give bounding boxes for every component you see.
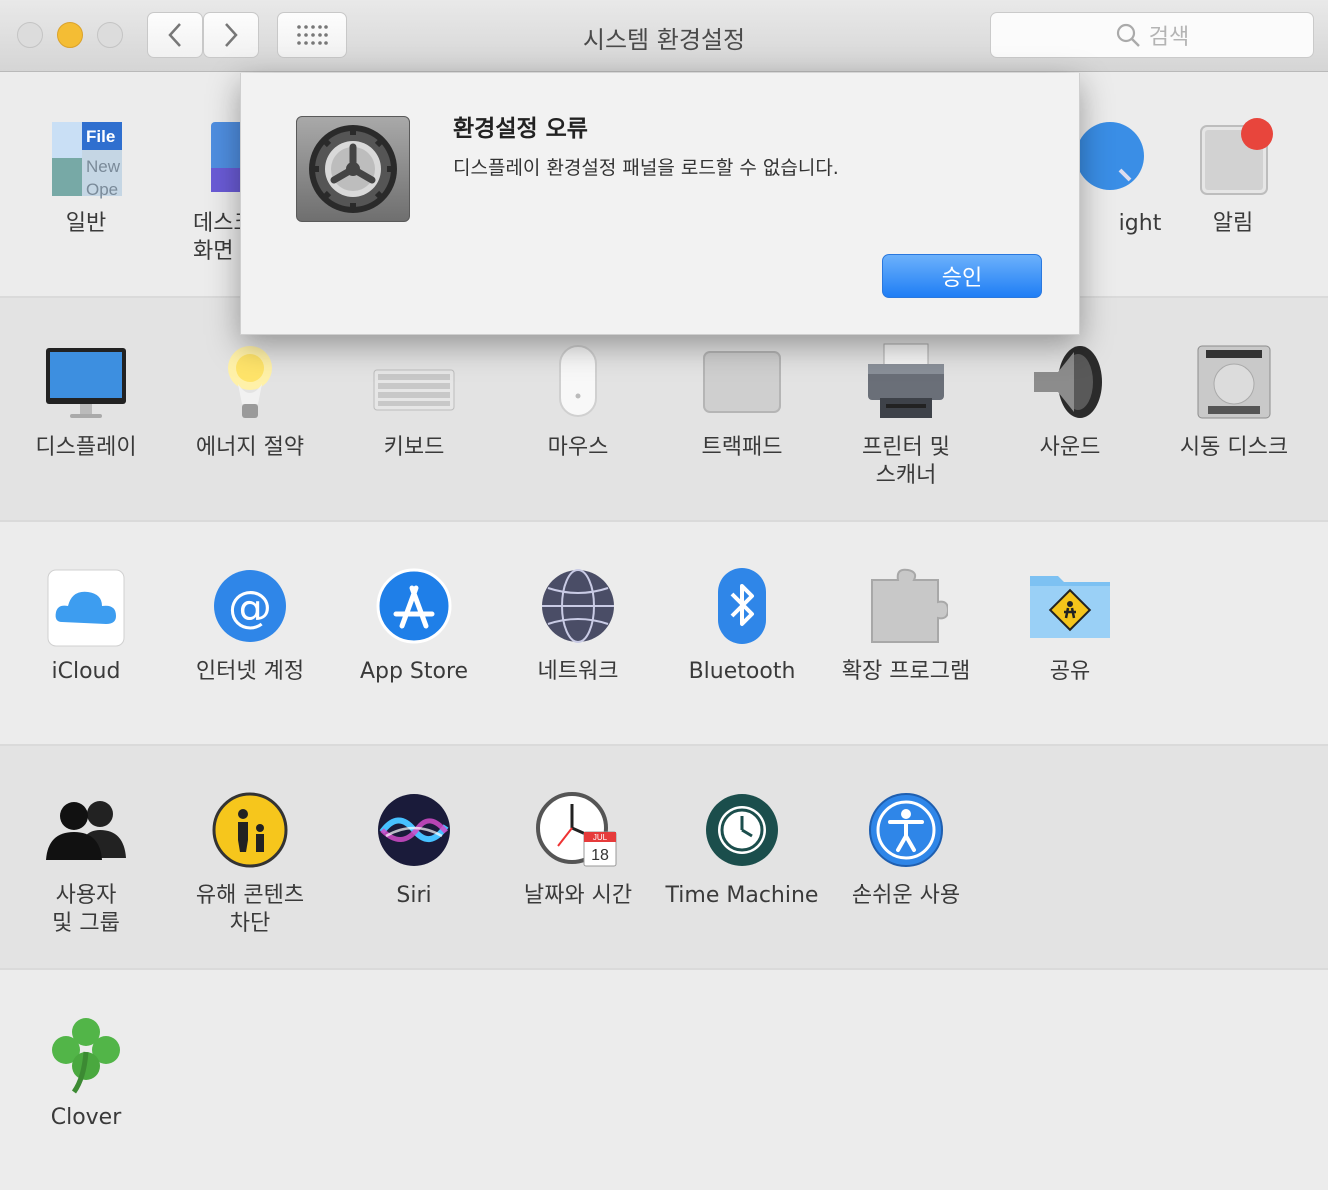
pane-siri[interactable]: Siri [332,790,496,910]
pane-label: 날짜와 시간 [523,883,633,908]
keyboard-icon [373,369,455,411]
siri-icon [378,794,450,866]
pane-printers-scanners[interactable]: 프린터 및 스캐너 [824,342,988,490]
pane-label: Siri [396,883,432,908]
pane-label: 손쉬운 사용 [851,883,961,908]
pane-app-store[interactable]: App Store [332,566,496,686]
title-bar: 시스템 환경설정 검색 [0,0,1328,72]
pane-label: 확장 프로그램 [841,659,971,684]
at-sign-icon: @ [214,570,286,642]
confirm-button[interactable]: 승인 [882,254,1042,298]
pane-sharing[interactable]: 공유 [988,566,1152,686]
pane-parental-controls[interactable]: 유해 콘텐츠 차단 [168,790,332,938]
globe-icon [542,569,614,643]
lightbulb-icon [228,346,272,418]
pane-label: iCloud [51,659,121,684]
pane-label: Bluetooth [688,659,796,684]
pane-sound[interactable]: 사운드 [988,342,1152,462]
app-store-icon [376,568,452,644]
pane-displays[interactable]: 디스플레이 [4,342,168,462]
preferences-error-dialog: 환경설정 오류 디스플레이 환경설정 패널을 로드할 수 없습니다. 승인 [240,73,1080,335]
section-other: Clover [0,970,1328,1190]
display-icon [46,348,126,418]
pane-label: App Store [359,659,469,684]
speaker-icon [1034,346,1102,418]
clover-icon [52,1018,120,1094]
search-placeholder: 검색 [1148,25,1190,50]
svg-text:File: File [86,127,115,146]
pane-internet-accounts[interactable]: @ 인터넷 계정 [168,566,332,686]
pane-label: 에너지 절약 [195,435,305,460]
svg-text:JUL: JUL [593,833,608,842]
pane-notifications[interactable]: 알림 [1151,118,1315,238]
pane-network[interactable]: 네트워크 [496,566,660,686]
general-icon: File New Ope [52,122,122,199]
pane-general[interactable]: File New Ope 일반 [4,118,168,238]
pane-startup-disk[interactable]: 시동 디스크 [1152,342,1316,462]
system-preferences-gear-icon [296,116,410,222]
pane-label: 마우스 [547,435,609,460]
pane-label: 알림 [1212,211,1254,236]
pane-label: 시동 디스크 [1179,435,1289,460]
pane-accessibility[interactable]: 손쉬운 사용 [824,790,988,910]
printer-icon [868,343,944,418]
svg-text:@: @ [228,582,272,633]
pane-energy-saver[interactable]: 에너지 절약 [168,342,332,462]
mouse-icon [559,345,597,417]
pane-label: 공유 [1049,659,1091,684]
pane-trackpad[interactable]: 트랙패드 [660,342,824,462]
hard-disk-icon [1197,345,1271,419]
pane-label: Time Machine [665,883,819,908]
pane-time-machine[interactable]: Time Machine [660,790,824,910]
sharing-folder-icon [1030,576,1110,638]
svg-text:Ope: Ope [86,180,118,199]
clock-calendar-icon: JUL 18 [536,792,617,867]
trackpad-icon [703,351,781,413]
notifications-icon [1200,118,1273,195]
accessibility-icon [869,793,943,867]
svg-text:18: 18 [591,847,609,864]
pane-label: 프린터 및 스캐너 [862,435,950,488]
pane-icloud[interactable]: iCloud [4,566,168,686]
icloud-icon [47,569,125,647]
pane-label: 유해 콘텐츠 차단 [195,883,305,936]
pane-clover[interactable]: Clover [4,1012,168,1132]
dialog-message: 디스플레이 환경설정 패널을 로드할 수 없습니다. [453,157,839,179]
pane-label: 인터넷 계정 [195,659,305,684]
svg-text:New: New [86,157,121,176]
puzzle-piece-icon [871,568,948,643]
pane-label: 사용자 및 그룹 [52,883,120,936]
search-input[interactable]: 검색 [990,12,1314,58]
pane-label: 디스플레이 [35,435,137,460]
parental-controls-icon [212,792,288,868]
spotlight-icon [1076,122,1144,190]
pane-label: 키보드 [383,435,445,460]
search-icon [1116,23,1140,47]
bluetooth-icon [718,568,766,644]
pane-bluetooth[interactable]: Bluetooth [660,566,824,686]
users-icon [46,801,126,860]
pane-label: Clover [50,1105,122,1130]
section-internet: iCloud @ 인터넷 계정 App Store 네트워크 Bluetooth [0,522,1328,746]
pane-users-groups[interactable]: 사용자 및 그룹 [4,790,168,938]
pane-extensions[interactable]: 확장 프로그램 [824,566,988,686]
dialog-title: 환경설정 오류 [453,116,588,142]
pane-label: 사운드 [1039,435,1101,460]
pane-mouse[interactable]: 마우스 [496,342,660,462]
pane-label: 일반 [65,211,107,236]
time-machine-icon [706,794,778,866]
section-system: 사용자 및 그룹 유해 콘텐츠 차단 Siri JUL 18 날짜와 시간 Ti… [0,746,1328,970]
pane-keyboard[interactable]: 키보드 [332,342,496,462]
pane-date-time[interactable]: JUL 18 날짜와 시간 [496,790,660,910]
pane-label: 트랙패드 [701,435,783,460]
pane-label: 네트워크 [537,659,619,684]
